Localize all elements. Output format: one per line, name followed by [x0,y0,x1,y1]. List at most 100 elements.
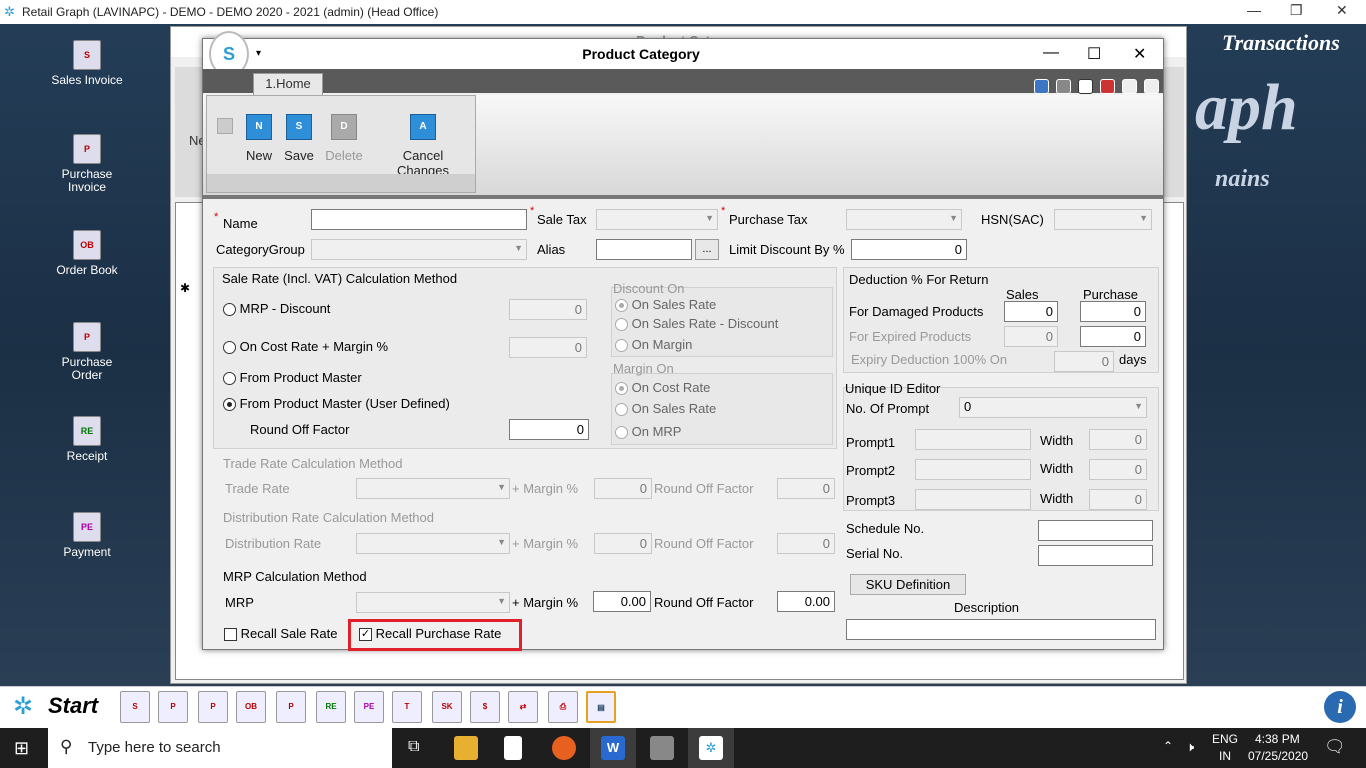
serial-field[interactable] [1038,545,1153,566]
desktop-icon-order-book[interactable]: OB Order Book [32,230,142,277]
restore-icon[interactable]: ❐ [1290,2,1303,19]
mrp-margin-field[interactable] [593,591,651,612]
desktop-icon-receipt[interactable]: RE Receipt [32,416,142,463]
dialog-maximize-icon[interactable]: ☐ [1087,44,1101,64]
recall-purchase-rate-checkbox[interactable]: ✓ Recall Purchase Rate [359,626,501,642]
document-icon[interactable] [1078,79,1093,94]
notification-icon[interactable]: 🗨 [1324,737,1346,757]
desktop-icon-sales-invoice[interactable]: S Sales Invoice [32,40,142,87]
distribution-margin-field[interactable] [594,533,652,554]
printer-icon[interactable]: ⎙ [548,691,578,723]
width1-field[interactable] [1089,429,1147,450]
tools-icon[interactable]: T [392,691,422,723]
margin-on-sales-rate[interactable]: On Sales Rate [615,401,716,417]
expired-sales-field[interactable] [1004,326,1058,347]
recall-sale-rate-checkbox[interactable]: Recall Sale Rate [224,626,337,642]
desktop-icon-purchase-order[interactable]: P Purchase Order [32,322,142,382]
document-icon[interactable] [504,736,522,760]
mrp-round-field[interactable] [777,591,835,612]
chevron-up-icon[interactable]: ⌃ [1163,739,1173,753]
taskbar-search[interactable]: ⚲ Type here to search [48,728,392,768]
discount-on-sales-rate-discount[interactable]: On Sales Rate - Discount [615,316,778,332]
settings-icon[interactable] [1056,79,1071,94]
window-tile-icon[interactable] [1122,79,1137,94]
round-off-field[interactable] [509,419,589,440]
description-field[interactable] [846,619,1156,640]
dialog-close-icon[interactable]: ✕ [1133,44,1146,64]
dialog-minimize-icon[interactable]: — [1043,44,1059,62]
language-line2[interactable]: IN [1219,749,1231,763]
prompt1-field[interactable] [915,429,1031,450]
firefox-icon[interactable] [552,736,576,760]
purchase-order-icon[interactable]: P [198,691,228,723]
receipt-icon[interactable]: RE [316,691,346,723]
task-view-icon[interactable]: ⧉ [408,738,419,756]
help-icon[interactable] [1034,79,1049,94]
category-group-select[interactable]: ▼ [311,239,527,260]
tools-icon[interactable] [650,736,674,760]
from-master-option[interactable]: From Product Master [223,370,362,386]
distribution-rate-select[interactable]: ▼ [356,533,510,554]
distribution-round-field[interactable] [777,533,835,554]
delete-button[interactable]: D Delete [323,114,365,163]
width3-field[interactable] [1089,489,1147,510]
info-icon[interactable]: i [1324,691,1356,723]
damaged-purchase-field[interactable] [1080,301,1146,322]
language-line1[interactable]: ENG [1212,732,1238,746]
trade-margin-field[interactable] [594,478,652,499]
limit-discount-field[interactable] [851,239,967,260]
lock-icon[interactable] [217,118,233,134]
order-book-icon[interactable]: OB [236,691,266,723]
purchase-return-icon[interactable]: P [276,691,306,723]
documents-icon[interactable]: ▤ [586,691,616,723]
tab-home[interactable]: 1.Home [253,73,323,95]
trade-round-field[interactable] [777,478,835,499]
cancel-changes-button[interactable]: A Cancel Changes [375,114,471,178]
sales-invoice-icon[interactable]: S [120,691,150,723]
on-cost-value[interactable] [509,337,587,358]
width2-field[interactable] [1089,459,1147,480]
windows-start-icon[interactable]: ⊞ [14,738,29,759]
alias-field[interactable] [596,239,692,260]
purchase-tax-select[interactable]: ▼ [846,209,962,230]
clock-date[interactable]: 07/25/2020 [1248,749,1308,763]
mrp-discount-option[interactable]: MRP - Discount [223,301,330,317]
expired-purchase-field[interactable] [1080,326,1146,347]
save-button[interactable]: S Save [281,114,317,163]
name-field[interactable] [311,209,527,230]
exit-icon[interactable] [1100,79,1115,94]
retail-graph-icon[interactable]: ✲ [699,736,723,760]
alias-browse-button[interactable]: ... [695,239,719,260]
start-button[interactable]: Start [48,693,98,719]
trade-rate-select[interactable]: ▼ [356,478,510,499]
schedule-field[interactable] [1038,520,1153,541]
transfer-icon[interactable]: ⇄ [508,691,538,723]
expiry-field[interactable] [1054,351,1114,372]
discount-on-margin[interactable]: On Margin [615,337,692,353]
payment-icon[interactable]: PE [354,691,384,723]
prompt2-field[interactable] [915,459,1031,480]
writer-icon[interactable]: W [601,736,625,760]
mrp-discount-value[interactable] [509,299,587,320]
close-icon[interactable]: ✕ [1336,2,1348,19]
prompt-count-select[interactable]: 0 ▼ [959,397,1147,418]
purchase-invoice-icon[interactable]: P [158,691,188,723]
damaged-sales-field[interactable] [1004,301,1058,322]
prompt3-field[interactable] [915,489,1031,510]
stock-icon[interactable]: SK [432,691,462,723]
desktop-icon-payment[interactable]: PE Payment [32,512,142,559]
sku-definition-button[interactable]: SKU Definition [850,574,966,595]
sale-tax-select[interactable]: ▼ [596,209,718,230]
margin-on-cost-rate[interactable]: On Cost Rate [615,380,710,396]
volume-icon[interactable]: 🕨 [1186,739,1194,755]
discount-on-sales-rate[interactable]: On Sales Rate [615,297,716,313]
from-master-user-option[interactable]: From Product Master (User Defined) [223,396,450,412]
hsn-select[interactable]: ▼ [1054,209,1152,230]
new-button[interactable]: N New [241,114,277,163]
file-explorer-icon[interactable] [454,736,478,760]
window-cascade-icon[interactable] [1144,79,1159,94]
desktop-icon-purchase-invoice[interactable]: P Purchase Invoice [32,134,142,194]
mrp-select[interactable]: ▼ [356,592,510,613]
clock-time[interactable]: 4:38 PM [1255,732,1300,746]
margin-on-mrp[interactable]: On MRP [615,424,681,440]
